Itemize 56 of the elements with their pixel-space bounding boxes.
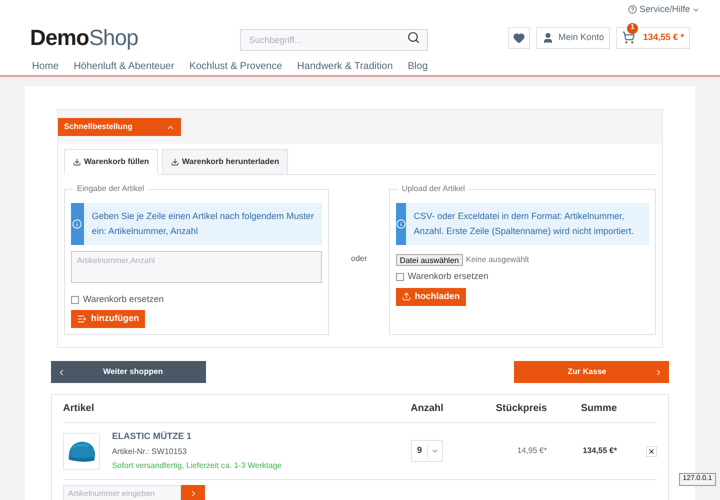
continue-shopping-button[interactable]: Weiter shoppen — [51, 361, 206, 383]
cart-icon — [622, 31, 635, 44]
tab[interactable]: Warenkorb herunterladen — [162, 149, 288, 175]
checkbox[interactable] — [71, 296, 79, 304]
file-choose-button[interactable]: Datei auswählen — [396, 254, 463, 266]
help-icon — [628, 5, 638, 14]
info-text: Geben Sie je Zeile einen Artikel nach folgendem Muster ein: Artikelnummer, Anzahl — [90, 210, 315, 238]
list-plus-icon — [77, 314, 87, 324]
fieldset-legend: Eingabe der Artikel — [73, 183, 148, 195]
close-icon — [648, 448, 655, 454]
service-link[interactable]: Service/Hilfe — [628, 3, 700, 16]
column-header: Artikel — [63, 402, 96, 416]
column-header: Summe — [580, 402, 618, 416]
info-icon — [396, 219, 406, 229]
checkbox[interactable] — [396, 272, 404, 281]
nav-link[interactable]: Blog — [408, 58, 428, 74]
product-name[interactable]: ELASTIC MÜTZE 1 — [112, 430, 282, 444]
account-button[interactable]: Mein Konto — [536, 26, 610, 48]
search-field[interactable]: Suchbegriff... — [240, 28, 428, 50]
quantity-select[interactable]: 9 — [411, 440, 443, 462]
info-icon — [72, 219, 82, 229]
checkbox-label: Warenkorb ersetzen — [408, 270, 488, 283]
column-header: Anzahl — [410, 402, 444, 416]
checkbox-label: Warenkorb ersetzen — [83, 293, 164, 306]
nav-link[interactable]: Handwerk & Tradition — [297, 58, 393, 74]
info-text: CSV- oder Exceldatei in dem Format: Artikelnummer, Anzahl. Erste Zeile (Spaltenname) wird nicht importiert. — [412, 210, 635, 238]
article-number-field[interactable]: Artikelnummer eingeben — [63, 485, 181, 500]
user-icon — [542, 32, 554, 44]
caret-icon — [431, 447, 439, 455]
upload-button[interactable]: hochladen — [396, 288, 466, 306]
column-header: Stückpreis — [494, 402, 547, 416]
file-status: Keine ausgewählt — [466, 254, 530, 266]
delivery-status: Sofort versandfertig, Lieferzeit ca. 1-3 Werktage — [112, 460, 282, 472]
product-sku: Artikel-Nr.: SW10153 — [112, 446, 188, 458]
separator-text: oder — [351, 253, 368, 265]
row-total: 134,55 €* — [582, 445, 618, 457]
fieldset-legend: Upload der Artikel — [398, 183, 469, 195]
quick-order-toggle[interactable]: Schnellbestellung — [58, 118, 181, 136]
tab[interactable]: Warenkorb füllen — [64, 149, 158, 175]
checkout-button[interactable]: Zur Kasse — [514, 361, 669, 383]
chevron-left-icon — [57, 368, 66, 376]
nav-link[interactable]: Kochlust & Provence — [189, 58, 282, 74]
remove-button[interactable] — [646, 446, 657, 456]
download-icon — [73, 158, 81, 166]
upload-icon — [402, 292, 411, 301]
search-icon — [407, 30, 420, 44]
wishlist-button[interactable] — [508, 26, 530, 48]
unit-price: 14,95 €* — [516, 445, 547, 457]
download-icon — [171, 158, 180, 166]
logo[interactable]: DemoShop — [30, 21, 240, 54]
nav-link[interactable]: Höhenluft & Abenteuer — [74, 58, 174, 74]
heart-icon — [513, 32, 526, 44]
article-textarea[interactable]: Artikelnummer,Anzahl — [71, 251, 322, 283]
nav-link[interactable]: Home — [32, 58, 59, 74]
chevron-right-icon — [654, 368, 663, 376]
add-button[interactable]: hinzufügen — [71, 310, 145, 328]
